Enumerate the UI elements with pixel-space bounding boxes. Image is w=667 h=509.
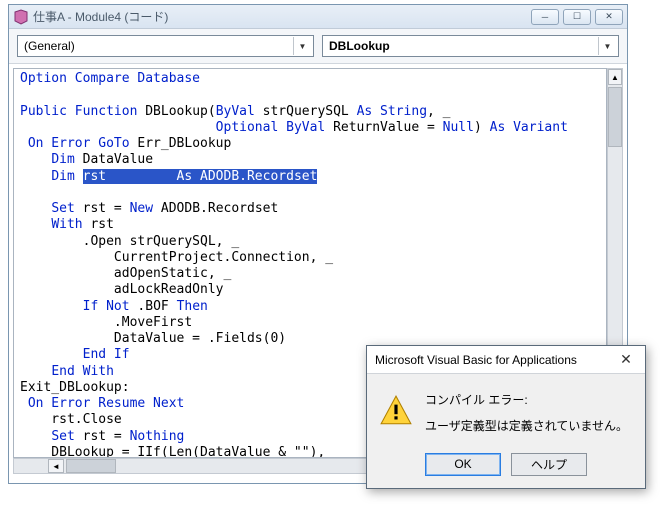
- module-icon: [13, 9, 29, 25]
- dialog-msg-line2: ユーザ定義型は定義されていません。: [425, 416, 628, 436]
- chevron-down-icon: ▼: [598, 37, 616, 55]
- minimize-button[interactable]: ─: [531, 9, 559, 25]
- window-buttons: ─ ☐ ✕: [531, 9, 623, 25]
- titlebar: 仕事A - Module4 (コード) ─ ☐ ✕: [9, 5, 627, 29]
- chevron-down-icon: ▼: [293, 37, 311, 55]
- dialog-title: Microsoft Visual Basic for Applications: [375, 353, 615, 367]
- dialog-buttons: OK ヘルプ: [367, 447, 645, 488]
- help-button[interactable]: ヘルプ: [511, 453, 587, 476]
- hscroll-thumb[interactable]: [66, 459, 116, 473]
- object-dropdown-value: (General): [24, 39, 75, 53]
- scroll-up-button[interactable]: ▲: [608, 69, 622, 85]
- dialog-msg-line1: コンパイル エラー:: [425, 390, 628, 410]
- selected-text[interactable]: rst As ADODB.Recordset: [83, 169, 318, 184]
- window-title: 仕事A - Module4 (コード): [33, 8, 531, 25]
- object-dropdown[interactable]: (General) ▼: [17, 35, 314, 57]
- object-proc-selectors: (General) ▼ DBLookup ▼: [9, 29, 627, 64]
- procedure-dropdown-value: DBLookup: [329, 39, 390, 53]
- vscroll-thumb[interactable]: [608, 87, 622, 147]
- dialog-message: コンパイル エラー: ユーザ定義型は定義されていません。: [425, 390, 628, 437]
- procedure-dropdown[interactable]: DBLookup ▼: [322, 35, 619, 57]
- error-dialog: Microsoft Visual Basic for Applications …: [366, 345, 646, 489]
- dialog-titlebar: Microsoft Visual Basic for Applications …: [367, 346, 645, 374]
- close-button[interactable]: ✕: [595, 9, 623, 25]
- dialog-close-button[interactable]: ✕: [615, 350, 637, 370]
- dialog-body: コンパイル エラー: ユーザ定義型は定義されていません。: [367, 374, 645, 447]
- ok-button[interactable]: OK: [425, 453, 501, 476]
- warning-icon: [379, 394, 413, 428]
- scroll-left-button[interactable]: ◄: [48, 459, 64, 473]
- maximize-button[interactable]: ☐: [563, 9, 591, 25]
